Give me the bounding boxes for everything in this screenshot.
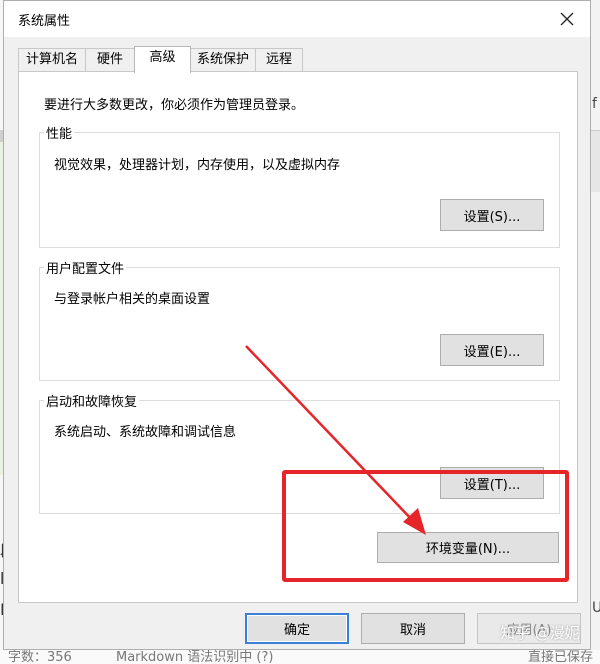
watermark: 知乎 @漫妮 (500, 624, 580, 642)
tab-advanced[interactable]: 高级 (134, 46, 191, 73)
annotation-arrow-icon (245, 345, 426, 535)
